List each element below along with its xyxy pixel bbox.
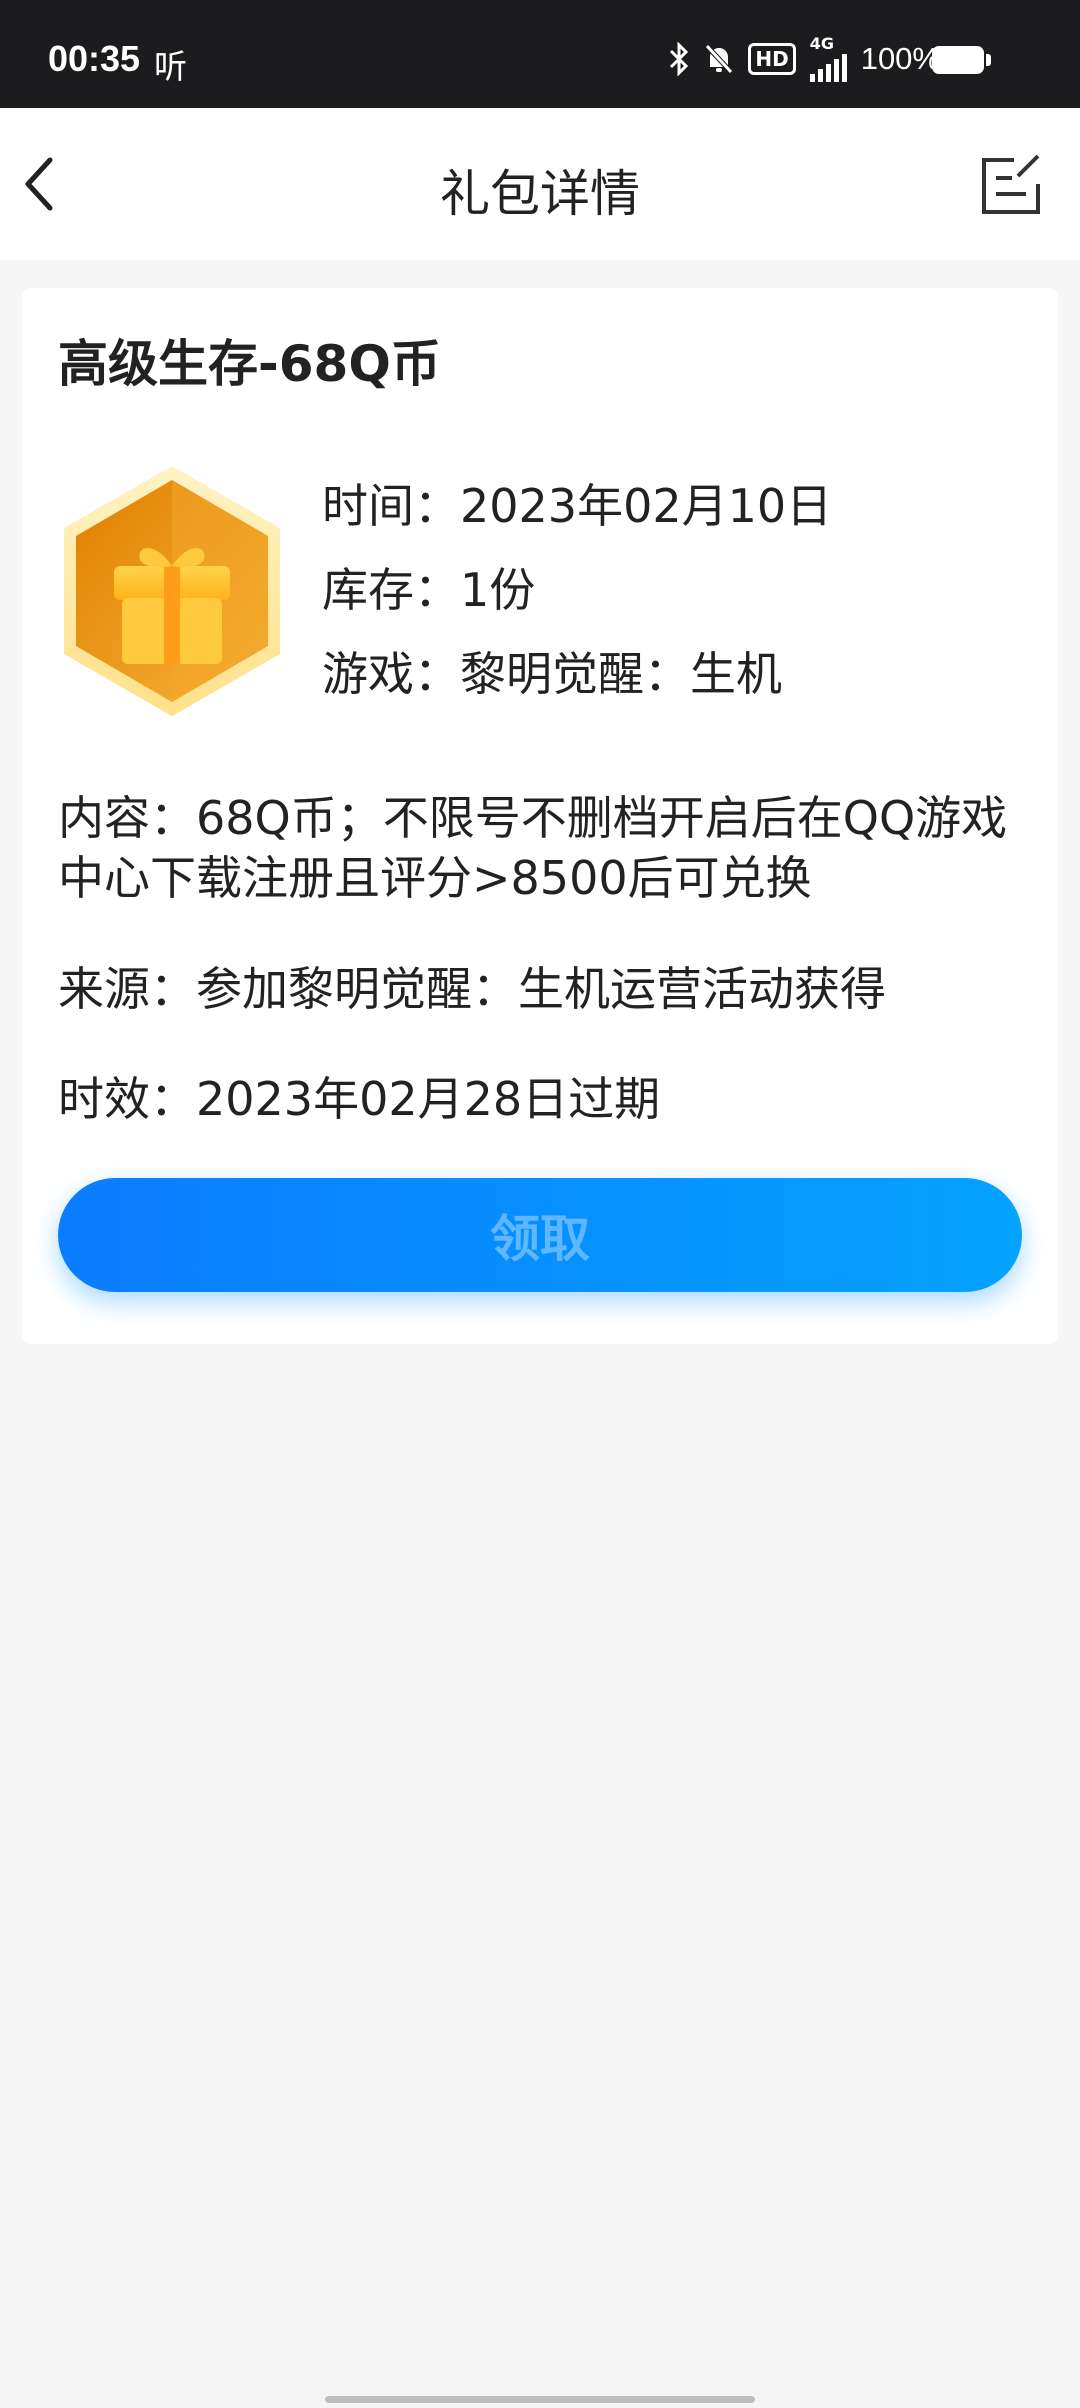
status-icons: HD 4G 100% bbox=[668, 36, 940, 82]
gift-title: 高级生存-68Q币 bbox=[58, 335, 441, 393]
claim-button[interactable]: 领取 bbox=[58, 1178, 1022, 1292]
signal-icon: 4G bbox=[809, 34, 847, 82]
gift-detail-card: 高级生存-68Q币 时间：2023年02月10日 库存：1份 游戏：黎明觉醒：生… bbox=[22, 288, 1058, 1344]
gift-badge bbox=[52, 458, 292, 728]
claim-button-label: 领取 bbox=[490, 1211, 590, 1267]
status-bar: 00:35 听 HD 4G 100% bbox=[0, 0, 1080, 108]
edit-note-icon bbox=[982, 154, 1040, 214]
listen-indicator: 听 bbox=[154, 47, 187, 86]
status-time: 00:35 bbox=[48, 38, 141, 79]
gift-box-icon bbox=[64, 466, 280, 716]
mute-icon bbox=[704, 43, 734, 75]
bluetooth-icon bbox=[668, 42, 690, 76]
gift-content: 内容：68Q币；不限号不删档开启后在QQ游戏中心下载注册且评分>8500后可兑换 bbox=[58, 791, 1008, 905]
nav-bar: 礼包详情 bbox=[0, 108, 1080, 260]
battery-percent: 100% bbox=[860, 41, 940, 76]
gift-expiry: 时效：2023年02月28日过期 bbox=[58, 1072, 661, 1126]
home-indicator[interactable] bbox=[325, 2396, 755, 2403]
gift-stock: 库存：1份 bbox=[322, 563, 536, 617]
edit-button[interactable] bbox=[976, 150, 1046, 220]
network-type: 4G bbox=[809, 34, 834, 53]
hd-icon: HD bbox=[748, 43, 796, 75]
battery-icon bbox=[932, 46, 991, 74]
page-title: 礼包详情 bbox=[440, 165, 640, 223]
gift-time: 时间：2023年02月10日 bbox=[322, 479, 833, 533]
gift-game: 游戏：黎明觉醒：生机 bbox=[322, 647, 782, 701]
gift-source: 来源：参加黎明觉醒：生机运营活动获得 bbox=[58, 962, 886, 1016]
